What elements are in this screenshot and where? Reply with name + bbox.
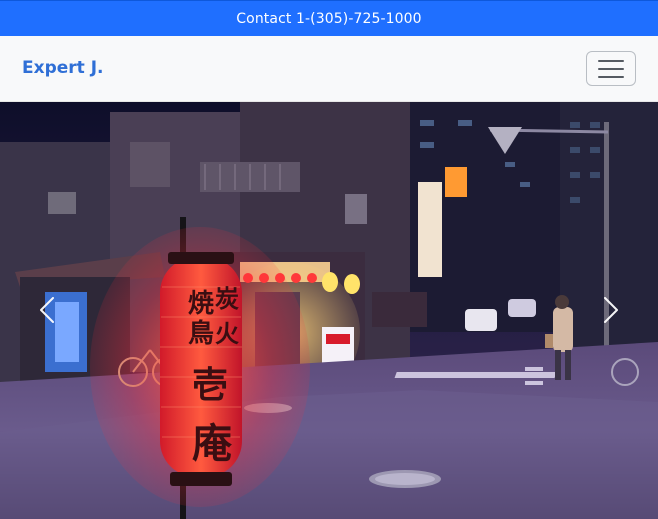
svg-text:焼: 焼 xyxy=(188,289,214,319)
hamburger-icon xyxy=(598,59,624,78)
svg-text:鳥: 鳥 xyxy=(188,319,214,349)
svg-text:炭: 炭 xyxy=(215,284,239,313)
svg-text:壱: 壱 xyxy=(192,364,228,406)
svg-text:火: 火 xyxy=(215,319,239,348)
chevron-right-icon xyxy=(604,297,618,323)
brand-logo[interactable]: Expert J. xyxy=(22,58,104,78)
hero-image: 焼 炭 鳥 火 壱 庵 xyxy=(0,102,658,519)
hero-carousel: 焼 炭 鳥 火 壱 庵 xyxy=(0,102,658,519)
svg-text:庵: 庵 xyxy=(192,420,232,467)
navbar: Expert J. xyxy=(0,36,658,102)
contact-phone: Contact 1-(305)-725-1000 xyxy=(236,10,422,27)
carousel-next-button[interactable] xyxy=(596,287,626,333)
menu-toggle-button[interactable] xyxy=(586,51,636,86)
carousel-prev-button[interactable] xyxy=(32,287,62,333)
contact-bar: Contact 1-(305)-725-1000 xyxy=(0,0,658,36)
chevron-left-icon xyxy=(40,297,54,323)
